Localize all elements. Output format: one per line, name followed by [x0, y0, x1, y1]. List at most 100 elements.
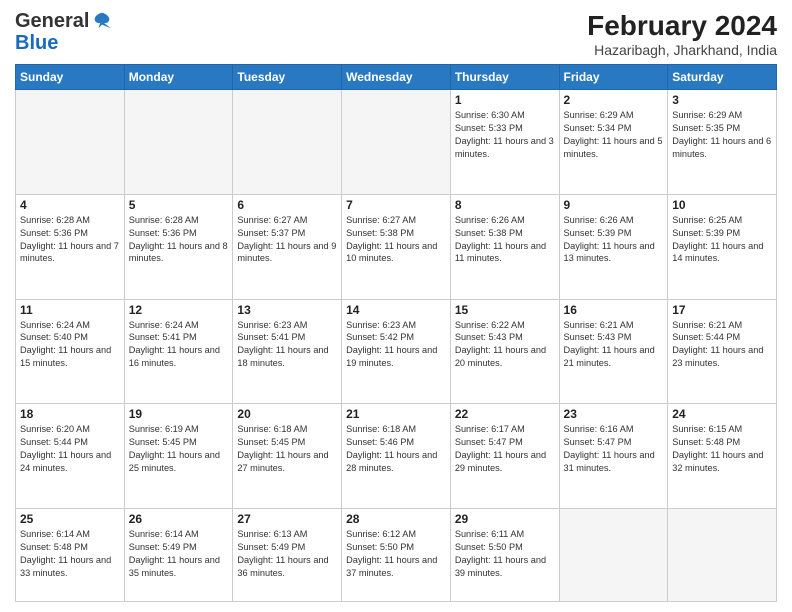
cell-sun-info: Sunrise: 6:28 AMSunset: 5:36 PMDaylight:… [129, 214, 229, 266]
day-number: 27 [237, 512, 337, 526]
day-number: 29 [455, 512, 555, 526]
cell-sun-info: Sunrise: 6:17 AMSunset: 5:47 PMDaylight:… [455, 423, 555, 475]
calendar-week-row: 1 Sunrise: 6:30 AMSunset: 5:33 PMDaylight… [16, 90, 777, 195]
day-number: 3 [672, 93, 772, 107]
cell-sun-info: Sunrise: 6:23 AMSunset: 5:41 PMDaylight:… [237, 319, 337, 371]
cell-sun-info: Sunrise: 6:22 AMSunset: 5:43 PMDaylight:… [455, 319, 555, 371]
cell-sun-info: Sunrise: 6:18 AMSunset: 5:45 PMDaylight:… [237, 423, 337, 475]
calendar-week-row: 18 Sunrise: 6:20 AMSunset: 5:44 PMDayligh… [16, 404, 777, 509]
day-number: 14 [346, 303, 446, 317]
calendar-cell: 22 Sunrise: 6:17 AMSunset: 5:47 PMDayligh… [450, 404, 559, 509]
logo-blue-text: Blue [15, 32, 58, 54]
calendar-cell: 27 Sunrise: 6:13 AMSunset: 5:49 PMDayligh… [233, 509, 342, 602]
day-number: 6 [237, 198, 337, 212]
calendar-cell: 10Sunrise: 6:25 AMSunset: 5:39 PMDayligh… [668, 194, 777, 299]
calendar-cell: 6 Sunrise: 6:27 AMSunset: 5:37 PMDaylight… [233, 194, 342, 299]
cell-sun-info: Sunrise: 6:29 AMSunset: 5:34 PMDaylight:… [564, 109, 664, 161]
cell-sun-info: Sunrise: 6:16 AMSunset: 5:47 PMDaylight:… [564, 423, 664, 475]
cell-sun-info: Sunrise: 6:27 AMSunset: 5:37 PMDaylight:… [237, 214, 337, 266]
cell-sun-info: Sunrise: 6:18 AMSunset: 5:46 PMDaylight:… [346, 423, 446, 475]
day-number: 7 [346, 198, 446, 212]
calendar-week-row: 11Sunrise: 6:24 AMSunset: 5:40 PMDayligh… [16, 299, 777, 404]
cell-sun-info: Sunrise: 6:30 AMSunset: 5:33 PMDaylight:… [455, 109, 555, 161]
day-number: 23 [564, 407, 664, 421]
calendar-cell: 9 Sunrise: 6:26 AMSunset: 5:39 PMDaylight… [559, 194, 668, 299]
page: General Blue February 2024 Hazaribagh, J… [0, 0, 792, 612]
calendar-cell: 29 Sunrise: 6:11 AMSunset: 5:50 PMDayligh… [450, 509, 559, 602]
cell-sun-info: Sunrise: 6:26 AMSunset: 5:38 PMDaylight:… [455, 214, 555, 266]
calendar-cell [559, 509, 668, 602]
calendar-cell: 4 Sunrise: 6:28 AMSunset: 5:36 PMDaylight… [16, 194, 125, 299]
calendar-cell [233, 90, 342, 195]
calendar-week-row: 25Sunrise: 6:14 AMSunset: 5:48 PMDayligh… [16, 509, 777, 602]
cell-sun-info: Sunrise: 6:21 AMSunset: 5:44 PMDaylight:… [672, 319, 772, 371]
cell-sun-info: Sunrise: 6:11 AMSunset: 5:50 PMDaylight:… [455, 528, 555, 580]
cell-sun-info: Sunrise: 6:23 AMSunset: 5:42 PMDaylight:… [346, 319, 446, 371]
day-number: 20 [237, 407, 337, 421]
calendar-cell: 25Sunrise: 6:14 AMSunset: 5:48 PMDayligh… [16, 509, 125, 602]
calendar-cell: 3 Sunrise: 6:29 AMSunset: 5:35 PMDaylight… [668, 90, 777, 195]
calendar-day-header: Monday [124, 65, 233, 90]
cell-sun-info: Sunrise: 6:14 AMSunset: 5:49 PMDaylight:… [129, 528, 229, 580]
day-number: 12 [129, 303, 229, 317]
cell-sun-info: Sunrise: 6:24 AMSunset: 5:41 PMDaylight:… [129, 319, 229, 371]
calendar-table: SundayMondayTuesdayWednesdayThursdayFrid… [15, 64, 777, 602]
calendar-cell: 7 Sunrise: 6:27 AMSunset: 5:38 PMDaylight… [342, 194, 451, 299]
calendar-cell: 19 Sunrise: 6:19 AMSunset: 5:45 PMDayligh… [124, 404, 233, 509]
calendar-cell: 13 Sunrise: 6:23 AMSunset: 5:41 PMDayligh… [233, 299, 342, 404]
cell-sun-info: Sunrise: 6:25 AMSunset: 5:39 PMDaylight:… [672, 214, 772, 266]
calendar-cell: 1 Sunrise: 6:30 AMSunset: 5:33 PMDaylight… [450, 90, 559, 195]
calendar-day-header: Saturday [668, 65, 777, 90]
calendar-day-header: Thursday [450, 65, 559, 90]
day-number: 9 [564, 198, 664, 212]
location: Hazaribagh, Jharkhand, India [587, 42, 777, 58]
day-number: 24 [672, 407, 772, 421]
cell-sun-info: Sunrise: 6:26 AMSunset: 5:39 PMDaylight:… [564, 214, 664, 266]
day-number: 19 [129, 407, 229, 421]
month-year: February 2024 [587, 10, 777, 42]
cell-sun-info: Sunrise: 6:20 AMSunset: 5:44 PMDaylight:… [20, 423, 120, 475]
calendar-cell: 20 Sunrise: 6:18 AMSunset: 5:45 PMDayligh… [233, 404, 342, 509]
calendar-cell [342, 90, 451, 195]
calendar-cell: 8 Sunrise: 6:26 AMSunset: 5:38 PMDaylight… [450, 194, 559, 299]
cell-sun-info: Sunrise: 6:21 AMSunset: 5:43 PMDaylight:… [564, 319, 664, 371]
cell-sun-info: Sunrise: 6:29 AMSunset: 5:35 PMDaylight:… [672, 109, 772, 161]
calendar-cell [16, 90, 125, 195]
day-number: 1 [455, 93, 555, 107]
calendar-cell: 18 Sunrise: 6:20 AMSunset: 5:44 PMDayligh… [16, 404, 125, 509]
calendar-header-row: SundayMondayTuesdayWednesdayThursdayFrid… [16, 65, 777, 90]
calendar-cell: 14 Sunrise: 6:23 AMSunset: 5:42 PMDayligh… [342, 299, 451, 404]
cell-sun-info: Sunrise: 6:15 AMSunset: 5:48 PMDaylight:… [672, 423, 772, 475]
logo-general-text: General [15, 10, 89, 32]
header: General Blue February 2024 Hazaribagh, J… [15, 10, 777, 58]
calendar-cell [668, 509, 777, 602]
cell-sun-info: Sunrise: 6:28 AMSunset: 5:36 PMDaylight:… [20, 214, 120, 266]
calendar-cell: 16 Sunrise: 6:21 AMSunset: 5:43 PMDayligh… [559, 299, 668, 404]
calendar-cell: 28Sunrise: 6:12 AMSunset: 5:50 PMDayligh… [342, 509, 451, 602]
logo: General Blue [15, 10, 113, 54]
day-number: 11 [20, 303, 120, 317]
calendar-week-row: 4 Sunrise: 6:28 AMSunset: 5:36 PMDaylight… [16, 194, 777, 299]
cell-sun-info: Sunrise: 6:19 AMSunset: 5:45 PMDaylight:… [129, 423, 229, 475]
cell-sun-info: Sunrise: 6:27 AMSunset: 5:38 PMDaylight:… [346, 214, 446, 266]
calendar-cell: 26Sunrise: 6:14 AMSunset: 5:49 PMDayligh… [124, 509, 233, 602]
day-number: 18 [20, 407, 120, 421]
day-number: 4 [20, 198, 120, 212]
day-number: 28 [346, 512, 446, 526]
calendar-cell: 24 Sunrise: 6:15 AMSunset: 5:48 PMDayligh… [668, 404, 777, 509]
title-block: February 2024 Hazaribagh, Jharkhand, Ind… [587, 10, 777, 58]
day-number: 16 [564, 303, 664, 317]
calendar-cell: 17Sunrise: 6:21 AMSunset: 5:44 PMDayligh… [668, 299, 777, 404]
calendar-cell: 2 Sunrise: 6:29 AMSunset: 5:34 PMDaylight… [559, 90, 668, 195]
calendar-cell [124, 90, 233, 195]
logo-bird-icon [91, 10, 113, 32]
day-number: 13 [237, 303, 337, 317]
day-number: 2 [564, 93, 664, 107]
calendar-cell: 21Sunrise: 6:18 AMSunset: 5:46 PMDayligh… [342, 404, 451, 509]
day-number: 8 [455, 198, 555, 212]
cell-sun-info: Sunrise: 6:13 AMSunset: 5:49 PMDaylight:… [237, 528, 337, 580]
day-number: 15 [455, 303, 555, 317]
cell-sun-info: Sunrise: 6:14 AMSunset: 5:48 PMDaylight:… [20, 528, 120, 580]
calendar-cell: 12 Sunrise: 6:24 AMSunset: 5:41 PMDayligh… [124, 299, 233, 404]
day-number: 22 [455, 407, 555, 421]
